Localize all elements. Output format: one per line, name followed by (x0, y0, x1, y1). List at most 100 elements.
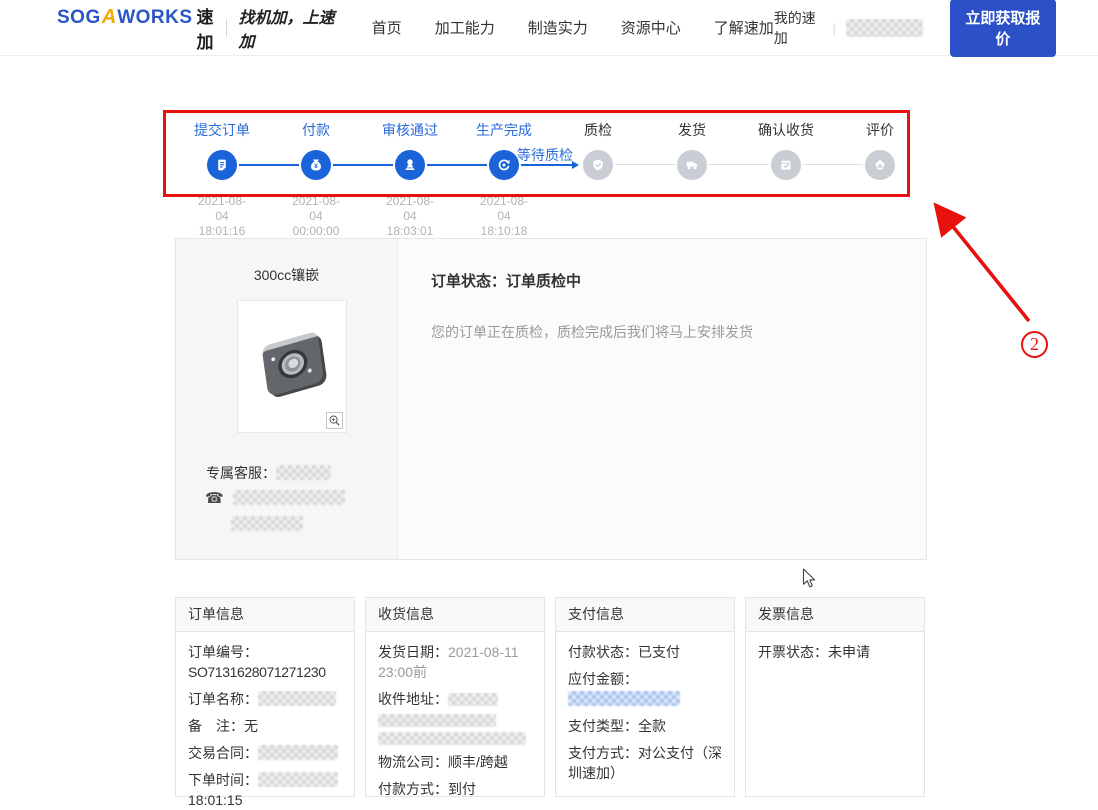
order-number-row: 订单编号： SO7131628071271230 (188, 642, 342, 682)
remark-row: 备 注：无 (188, 716, 342, 736)
freight-payment-value: 到付 (448, 781, 476, 797)
logo-tagline-divider (226, 19, 227, 37)
step-confirm-receipt: 确认收货 (739, 120, 833, 239)
invoice-status-value: 未申请 (828, 644, 870, 660)
step-label: 生产完成 (457, 120, 551, 142)
step-label: 质检 (551, 120, 645, 142)
order-date-redacted (258, 772, 338, 787)
step-date: 2021-08- 04 18:03:01 (363, 194, 457, 239)
step-date: 2021-08- 04 00:00:00 (269, 194, 363, 239)
step-shipping: 发货 (645, 120, 739, 239)
step-label: 审核通过 (363, 120, 457, 142)
logistics-value: 顺丰/跨越 (448, 754, 508, 770)
header-right-group: 我的速加 | 立即获取报价 (774, 0, 1056, 57)
get-quote-button[interactable]: 立即获取报价 (950, 0, 1056, 57)
card-title: 发票信息 (746, 598, 924, 632)
address-redacted (448, 693, 498, 706)
order-status-description: 您的订单正在质检，质检完成后我们将马上安排发货 (431, 322, 753, 342)
payment-type-row: 支付类型：全款 (568, 716, 722, 736)
username-redacted[interactable] (846, 19, 923, 37)
logistics-row: 物流公司：顺丰/跨越 (378, 752, 532, 772)
order-status-label: 订单状态： (431, 273, 506, 290)
logo-text-works: WORKS (117, 7, 192, 29)
order-time-row: 下单时间： 18:01:15 (188, 770, 342, 810)
order-name-redacted (258, 691, 336, 706)
order-progress-tracker: 等待质检 提交订单 2021-08- 04 18:01:16 付款 ¥ 2021… (175, 120, 927, 240)
logo-text-cn: 速加 (197, 3, 214, 53)
sogaworks-logo[interactable]: SOGAWORKS 速加 (57, 3, 214, 53)
contract-redacted (258, 745, 338, 760)
logo-text-sog: SOG (57, 7, 101, 29)
product-summary-panel: 300cc镶嵌 (176, 239, 398, 559)
address-row: 收件地址： (378, 689, 532, 745)
step-label: 发货 (645, 120, 739, 142)
box-check-icon (771, 150, 801, 180)
service-agent-redacted (276, 465, 331, 480)
logo-tagline: 找机加，上速加 (239, 4, 340, 52)
step-production-complete: 生产完成 2021-08- 04 18:10:18 (457, 120, 551, 239)
truck-icon (677, 150, 707, 180)
order-status-value: 订单质检中 (506, 273, 581, 290)
nav-item-manufacturing[interactable]: 制造实力 (528, 17, 588, 38)
top-navigation-bar: SOGAWORKS 速加 找机加，上速加 首页 加工能力 制造实力 资源中心 了… (0, 0, 1098, 56)
order-info-cards: 订单信息 订单编号： SO7131628071271230 订单名称： 备 注：… (175, 597, 927, 797)
payment-info-card: 支付信息 付款状态：已支付 应付金额： 支付类型：全款 支付方式：对公支付（深圳… (555, 597, 735, 797)
flower-icon (865, 150, 895, 180)
step-submit-order: 提交订单 2021-08- 04 18:01:16 (175, 120, 269, 239)
my-account-link[interactable]: 我的速加 (774, 8, 823, 48)
phone-number-redacted-2 (231, 516, 303, 531)
order-name-row: 订单名称： (188, 689, 342, 709)
payment-status-row: 付款状态：已支付 (568, 642, 722, 662)
remark-value: 无 (244, 718, 258, 734)
dedicated-service-label: 专属客服： (206, 465, 276, 481)
service-phone-row-2 (231, 516, 303, 534)
contract-row: 交易合同： (188, 743, 342, 763)
payment-type-value: 全款 (638, 718, 666, 734)
shipping-info-card: 收货信息 发货日期：2021-08-11 23:00前 收件地址： 物流公司：顺… (365, 597, 545, 797)
step-label: 确认收货 (739, 120, 833, 142)
invoice-info-card: 发票信息 开票状态：未申请 (745, 597, 925, 797)
address-redacted-3 (378, 732, 526, 745)
invoice-status-row: 开票状态：未申请 (758, 642, 912, 662)
order-info-card: 订单信息 订单编号： SO7131628071271230 订单名称： 备 注：… (175, 597, 355, 797)
step-review: 评价 (833, 120, 927, 239)
mouse-cursor (802, 568, 818, 590)
phone-number-redacted (233, 490, 345, 505)
main-nav: 首页 加工能力 制造实力 资源中心 了解速加 (372, 17, 774, 38)
product-thumbnail[interactable] (237, 300, 347, 433)
form-icon (207, 150, 237, 180)
card-title: 收货信息 (366, 598, 544, 632)
order-number-value: SO7131628071271230 (188, 664, 326, 680)
zoom-preview-button[interactable] (326, 412, 343, 429)
shield-check-icon (583, 150, 613, 180)
order-status-line: 订单状态：订单质检中 (431, 270, 581, 291)
step-label: 评价 (833, 120, 927, 142)
payment-status-value: 已支付 (638, 644, 680, 660)
order-status-detail: 订单状态：订单质检中 您的订单正在质检，质检完成后我们将马上安排发货 (398, 239, 926, 559)
moneybag-icon: ¥ (301, 150, 331, 180)
service-phone-row: ☎ (205, 489, 345, 507)
nav-item-capability[interactable]: 加工能力 (435, 17, 495, 38)
nav-item-resources[interactable]: 资源中心 (621, 17, 681, 38)
stamp-icon (395, 150, 425, 180)
nav-item-home[interactable]: 首页 (372, 17, 402, 38)
amount-row: 应付金额： (568, 669, 722, 709)
amount-redacted (568, 691, 680, 706)
card-title: 订单信息 (176, 598, 354, 632)
sync-icon (489, 150, 519, 180)
annotation-number: 2 (1021, 331, 1048, 358)
nav-item-about[interactable]: 了解速加 (714, 17, 774, 38)
order-time-value: 18:01:15 (188, 792, 243, 808)
step-date: 2021-08- 04 18:10:18 (457, 194, 551, 239)
card-title: 支付信息 (556, 598, 734, 632)
payment-method-row: 支付方式：对公支付（深圳速加） (568, 743, 722, 783)
step-payment: 付款 ¥ 2021-08- 04 00:00:00 (269, 120, 363, 239)
product-name: 300cc镶嵌 (176, 265, 397, 285)
ship-date-row: 发货日期：2021-08-11 23:00前 (378, 642, 532, 682)
step-label: 付款 (269, 120, 363, 142)
address-redacted-2 (378, 714, 496, 727)
dedicated-service-row: 专属客服： (206, 463, 331, 483)
logo-letter-a: A (102, 6, 116, 29)
freight-payment-row: 付款方式：到付 (378, 779, 532, 799)
step-date: 2021-08- 04 18:01:16 (175, 194, 269, 239)
